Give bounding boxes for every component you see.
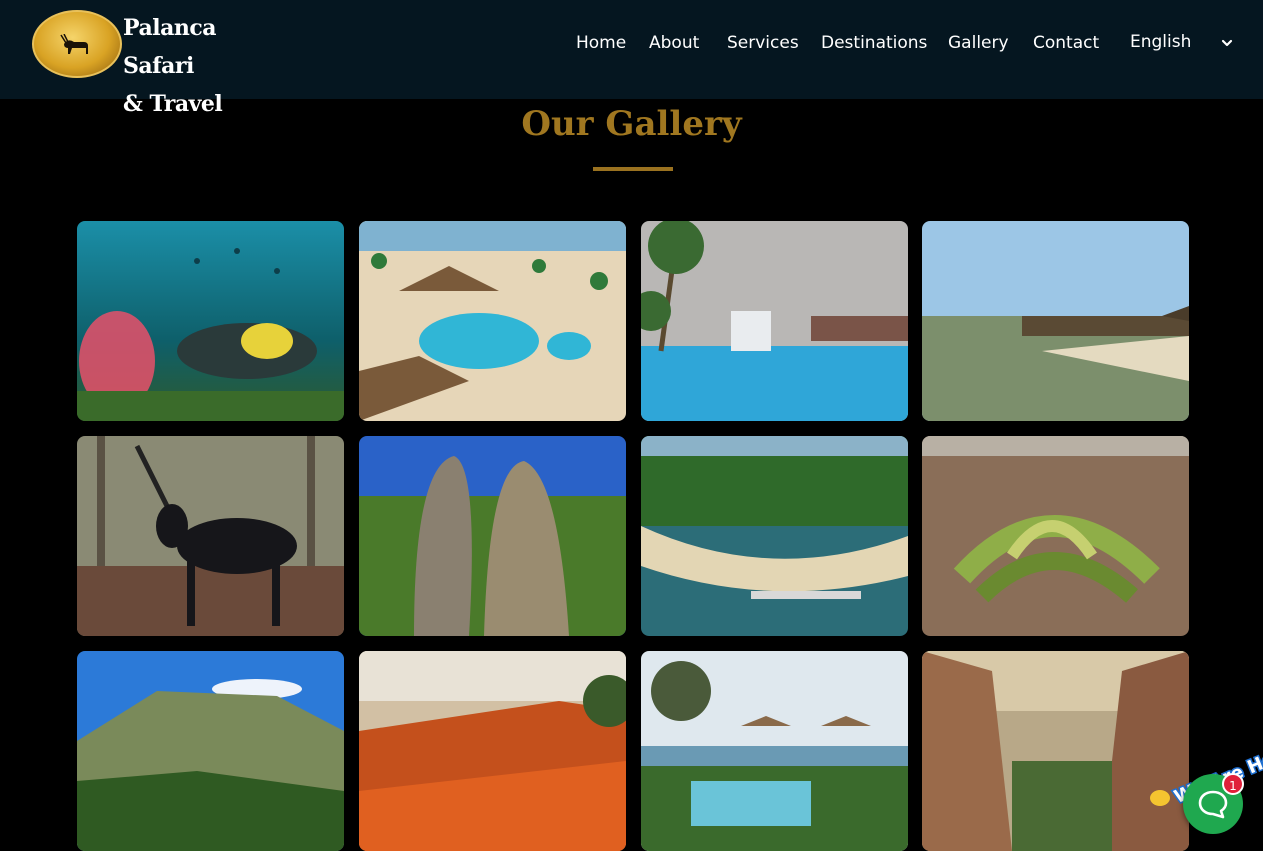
chat-notification-badge: 1 (1222, 773, 1244, 795)
gallery-image-coastal-resort[interactable] (641, 436, 908, 636)
gallery-title: Our Gallery (521, 104, 742, 144)
gallery-image-red-canyon[interactable] (359, 651, 626, 851)
language-select[interactable]: English (1130, 32, 1234, 54)
gallery-image-sable-antelope[interactable] (77, 436, 344, 636)
gallery-image-resort-pool[interactable] (359, 221, 626, 421)
gallery-image-rock-formations[interactable] (359, 436, 626, 636)
brand-name-line1: Palanca Safari (123, 15, 216, 79)
nav-contact[interactable]: Contact (1033, 32, 1099, 54)
gallery-image-beach-pool[interactable] (641, 651, 908, 851)
gallery-image-welwitschia[interactable] (922, 436, 1189, 636)
antelope-logo-icon (60, 34, 88, 54)
gallery-image-mountain-cliff[interactable] (77, 651, 344, 851)
nav-destinations[interactable]: Destinations (821, 32, 927, 54)
gallery-image-pool-palms[interactable] (641, 221, 908, 421)
nav-gallery[interactable]: Gallery (948, 32, 1009, 54)
title-divider (593, 167, 673, 171)
language-selected: English (1130, 32, 1192, 52)
nav-services[interactable]: Services (727, 32, 799, 54)
site-header: Palanca Safari & Travel Home About Servi… (0, 0, 1263, 117)
chevron-down-icon (1221, 39, 1233, 47)
nav-about[interactable]: About (649, 32, 699, 54)
waving-hand-icon (1150, 790, 1170, 806)
brand-logo[interactable] (32, 10, 122, 78)
nav-home[interactable]: Home (576, 32, 626, 54)
gallery-image-beach-umbrellas[interactable] (922, 221, 1189, 421)
chat-bubble-icon (1198, 790, 1228, 819)
gallery-image-diver[interactable] (77, 221, 344, 421)
